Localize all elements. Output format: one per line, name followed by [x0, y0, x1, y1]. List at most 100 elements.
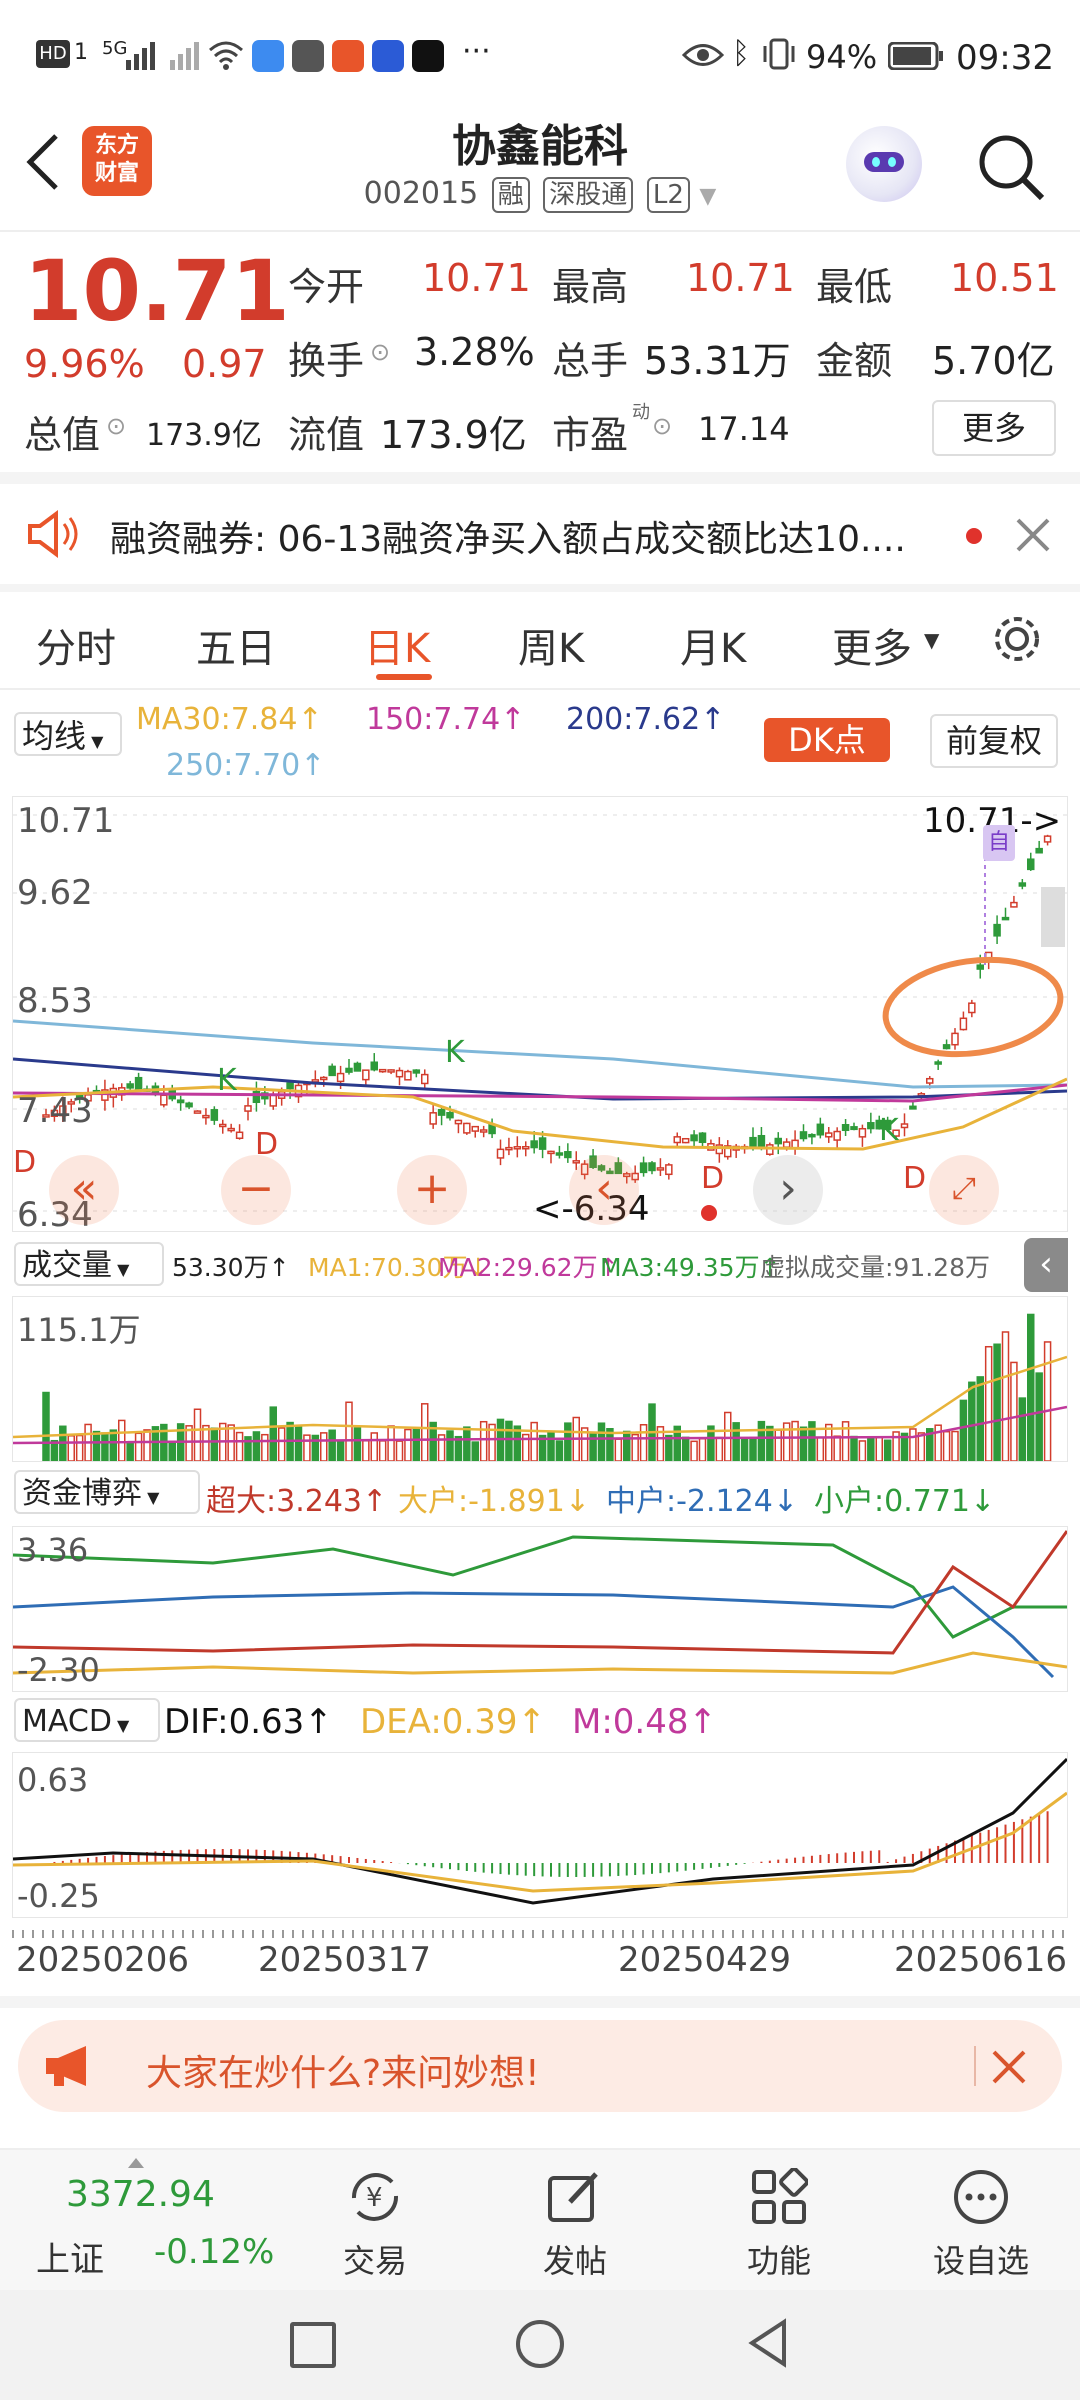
- collapse-panel-button[interactable]: ‹: [1024, 1238, 1068, 1292]
- divider: [0, 472, 1080, 484]
- caret-down-icon: ▼: [86, 732, 104, 751]
- price-axis-label: 10.71: [17, 801, 115, 841]
- pe-label: 市盈: [552, 413, 629, 457]
- date-axis: 20250206 20250317 20250429 20250616: [0, 1920, 1080, 1980]
- volume-bar: [867, 1437, 875, 1461]
- caret-down-icon[interactable]: ▼: [924, 628, 939, 652]
- nav-add-watchlist[interactable]: 设自选: [896, 2160, 1066, 2280]
- candle-body: [219, 1123, 227, 1128]
- tab-intraday[interactable]: 分时: [36, 616, 116, 674]
- app-notification-icon: [332, 40, 364, 72]
- info-icon[interactable]: ⊙: [652, 412, 672, 440]
- pan-back-button[interactable]: ‹: [569, 1155, 639, 1225]
- candle-body: [673, 1136, 681, 1144]
- volume-bar: [446, 1430, 454, 1461]
- search-icon[interactable]: [974, 130, 1048, 204]
- candle-body: [959, 1017, 968, 1031]
- candle-body: [976, 964, 984, 970]
- gear-icon[interactable]: [990, 612, 1044, 666]
- candle-body: [210, 1109, 219, 1121]
- volume-bar: [597, 1422, 606, 1461]
- volume-bar: [328, 1429, 336, 1461]
- high-value: 10.71: [686, 256, 795, 300]
- candle-body: [993, 923, 1001, 937]
- volume-chart[interactable]: 115.1万: [12, 1296, 1068, 1462]
- dk-point-button[interactable]: DK点: [764, 718, 890, 762]
- date-label: 20250317: [258, 1940, 432, 1980]
- period-tabs: 分时 五日 日K 周K 月K 更多 ▼: [0, 592, 1080, 688]
- volume-plot: [13, 1313, 1067, 1461]
- turnover-value: 3.28%: [414, 330, 535, 374]
- volume-axis-label: 115.1万: [17, 1311, 141, 1349]
- info-icon[interactable]: ⊙: [370, 338, 390, 366]
- macd-dea: DEA:0.39↑: [360, 1702, 546, 1742]
- pan-left-button[interactable]: «: [49, 1155, 119, 1225]
- info-icon[interactable]: ⊙: [106, 412, 126, 440]
- tab-five-day[interactable]: 五日: [196, 616, 276, 674]
- tab-more[interactable]: 更多: [832, 616, 912, 674]
- volume-bar: [118, 1419, 126, 1461]
- ask-banner[interactable]: 大家在炒什么?来问妙想!: [18, 2020, 1062, 2112]
- capital-chart[interactable]: 3.36 -2.30: [12, 1526, 1068, 1692]
- volume-bar: [362, 1440, 370, 1461]
- close-icon[interactable]: [990, 2048, 1028, 2086]
- capital-selector[interactable]: 资金博弈 ▼: [14, 1470, 200, 1514]
- nav-trade[interactable]: ¥ 交易: [290, 2160, 460, 2280]
- ma-selector[interactable]: 均线 ▼: [14, 712, 122, 756]
- volume-bar: [378, 1440, 387, 1461]
- index-ticker[interactable]: 3372.94 上证 -0.12%: [0, 2150, 274, 2290]
- candle-body: [404, 1070, 412, 1081]
- super-large-flow-line: [13, 1530, 1067, 1655]
- tab-daily-k[interactable]: 日K: [364, 616, 430, 674]
- fullscreen-icon[interactable]: ⤢: [929, 1155, 999, 1225]
- candle-body: [774, 1137, 782, 1145]
- tab-monthly-k[interactable]: 月K: [680, 616, 746, 674]
- connect-tag: 深股通: [543, 177, 634, 213]
- margin-tag: 融: [491, 177, 530, 213]
- home-button[interactable]: [516, 2320, 564, 2368]
- back-nav-button[interactable]: [746, 2318, 790, 2368]
- candle-body: [1018, 882, 1027, 887]
- candle-body: [336, 1072, 345, 1083]
- kline-chart[interactable]: 10.71 9.62 8.53 7.43 6.34 10.71-> <-6.34…: [12, 796, 1068, 1235]
- candle-body: [185, 1102, 193, 1108]
- notice-bar[interactable]: 融资融券: 06-13融资净买入额占成交额比达10....: [0, 484, 1080, 584]
- tab-weekly-k[interactable]: 周K: [518, 616, 584, 674]
- candle-body: [286, 1082, 294, 1090]
- macd-chart[interactable]: 0.63 -0.25: [12, 1752, 1068, 1918]
- candle-body: [463, 1122, 471, 1134]
- nav-functions-label: 功能: [746, 2242, 811, 2280]
- candle-body: [193, 1110, 202, 1114]
- grid-icon: [752, 2168, 808, 2224]
- quote-panel: 10.71 9.96% 0.97 今开 10.71 最高 10.71 最低 10…: [0, 232, 1080, 472]
- candle-body: [681, 1137, 690, 1144]
- chevron-down-icon[interactable]: ▼: [699, 184, 716, 209]
- nav-post[interactable]: 发帖: [490, 2160, 660, 2280]
- date-label: 20250429: [618, 1940, 792, 1980]
- volume-bar: [816, 1436, 825, 1461]
- zoom-in-button[interactable]: +: [397, 1155, 467, 1225]
- robot-assistant-icon[interactable]: [846, 126, 922, 202]
- candle-body: [867, 1122, 875, 1130]
- close-icon[interactable]: [1014, 516, 1052, 554]
- vol-ma1-line: [13, 1355, 1067, 1439]
- more-quote-button[interactable]: 更多: [932, 400, 1056, 456]
- zoom-out-button[interactable]: −: [221, 1155, 291, 1225]
- candle-body: [900, 1123, 909, 1129]
- macd-selector[interactable]: MACD ▼: [14, 1698, 160, 1742]
- volume-selector[interactable]: 成交量 ▼: [14, 1242, 164, 1286]
- candle-body: [572, 1160, 580, 1164]
- volume-bar: [614, 1438, 623, 1461]
- low-value: 10.51: [950, 256, 1059, 300]
- candle-body: [656, 1167, 665, 1171]
- sim-icon: 1: [74, 40, 88, 65]
- volume-bar: [92, 1430, 101, 1461]
- pan-forward-button[interactable]: ›: [753, 1155, 823, 1225]
- volume-bar: [42, 1391, 50, 1461]
- volume-bar: [101, 1432, 109, 1461]
- adjust-button[interactable]: 前复权: [930, 714, 1058, 768]
- nav-functions[interactable]: 功能: [694, 2160, 864, 2280]
- volume-bar: [303, 1434, 311, 1461]
- recent-apps-button[interactable]: [290, 2322, 336, 2368]
- volume-bar: [143, 1429, 151, 1461]
